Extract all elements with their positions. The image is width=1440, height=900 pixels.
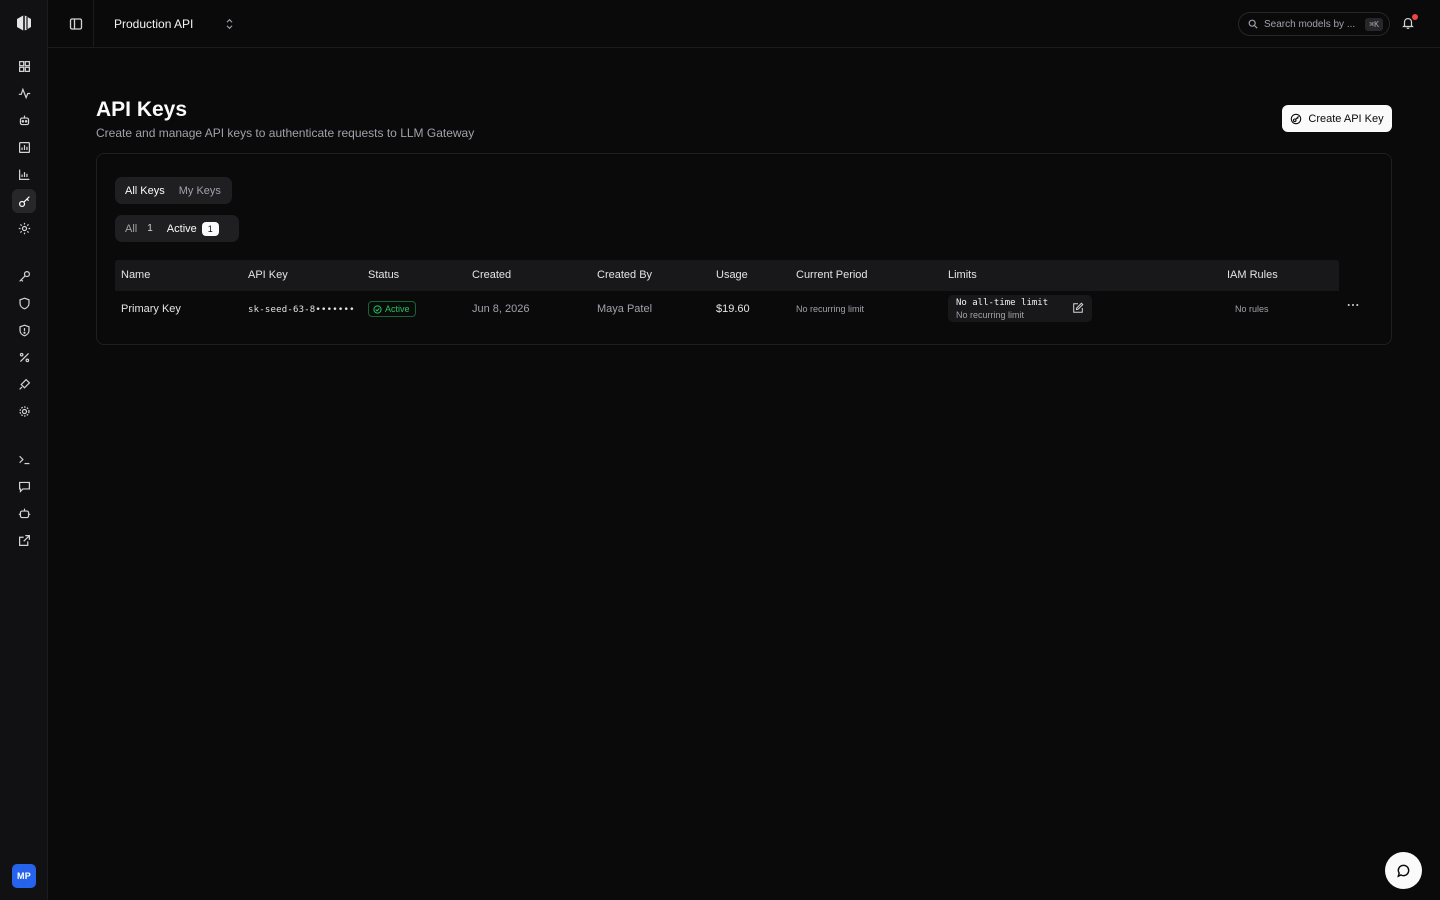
notification-dot	[1412, 14, 1418, 20]
nav-shield-icon[interactable]	[12, 291, 36, 315]
logo-icon[interactable]	[14, 13, 34, 33]
row-name: Primary Key	[121, 303, 181, 315]
chevron-up-down-icon	[225, 18, 234, 30]
nav-activity-icon[interactable]	[12, 81, 36, 105]
nav-percent-icon[interactable]	[12, 345, 36, 369]
nav-external-link-icon[interactable]	[12, 528, 36, 552]
status-badge: Active	[368, 301, 416, 317]
row-current-period: No recurring limit	[796, 304, 865, 314]
chat-support-button[interactable]	[1385, 852, 1422, 889]
filter-active-count: 1	[201, 221, 219, 236]
nav-api-keys-icon[interactable]	[12, 189, 36, 213]
search-input[interactable]: Search models by ... ⌘K	[1238, 12, 1390, 36]
tab-my-keys[interactable]: My Keys	[172, 177, 228, 204]
sidebar: MP	[0, 0, 48, 900]
row-created: Jun 8, 2026	[472, 303, 530, 315]
row-usage: $19.60	[716, 303, 750, 315]
check-circle-icon	[373, 304, 382, 314]
search-shortcut: ⌘K	[1365, 17, 1383, 31]
nav-shield-alert-icon[interactable]	[12, 318, 36, 342]
col-created-by[interactable]: Created By	[597, 269, 652, 281]
message-circle-icon	[1395, 862, 1412, 879]
limits-box: No all-time limit No recurring limit	[948, 295, 1092, 322]
col-usage[interactable]: Usage	[716, 269, 748, 281]
nav-chat-icon[interactable]	[12, 474, 36, 498]
search-placeholder: Search models by ...	[1264, 18, 1356, 30]
nav-reports-icon[interactable]	[12, 135, 36, 159]
col-status[interactable]: Status	[368, 269, 399, 281]
api-keys-card: All Keys My Keys All 1 Active 1 Name API…	[96, 153, 1392, 345]
scope-tabs: All Keys My Keys	[115, 177, 232, 204]
topbar-divider	[93, 0, 94, 48]
col-api-key[interactable]: API Key	[248, 269, 288, 281]
nav-settings-icon[interactable]	[12, 216, 36, 240]
col-iam-rules[interactable]: IAM Rules	[1227, 269, 1278, 281]
nav-dashboard-icon[interactable]	[12, 54, 36, 78]
project-selector[interactable]: Production API	[114, 14, 234, 34]
create-api-key-button[interactable]: Create API Key	[1282, 105, 1392, 132]
page-title: API Keys	[96, 98, 188, 121]
col-created[interactable]: Created	[472, 269, 511, 281]
limit-all-time: No all-time limit	[956, 298, 1049, 308]
filter-tabs: All 1 Active 1	[115, 215, 239, 242]
table-header: Name API Key Status Created Created By U…	[115, 260, 1339, 291]
filter-active-label: Active	[166, 222, 197, 235]
top-bar: Production API Search models by ... ⌘K	[48, 0, 1440, 48]
nav-tools-icon[interactable]	[12, 372, 36, 396]
nav-terminal-icon[interactable]	[12, 447, 36, 471]
nav-key-icon[interactable]	[12, 264, 36, 288]
user-avatar[interactable]: MP	[12, 864, 36, 888]
col-current-period[interactable]: Current Period	[796, 269, 868, 281]
row-api-key[interactable]: sk-seed-63-8•••••••	[248, 305, 355, 315]
nav-agent-icon[interactable]	[12, 501, 36, 525]
filter-tab-active[interactable]: Active 1	[160, 215, 226, 242]
project-name: Production API	[114, 17, 194, 31]
filter-tab-all[interactable]: All 1	[118, 215, 160, 242]
status-label: Active	[385, 304, 410, 314]
tab-all-keys[interactable]: All Keys	[118, 177, 172, 204]
row-iam-rules: No rules	[1235, 304, 1269, 314]
more-options-icon[interactable]	[1347, 303, 1361, 313]
row-created-by: Maya Patel	[597, 303, 653, 315]
nav-gear-icon[interactable]	[12, 399, 36, 423]
search-icon	[1248, 19, 1258, 29]
edit-icon[interactable]	[1072, 302, 1085, 315]
key-plus-icon	[1290, 113, 1302, 125]
col-name[interactable]: Name	[121, 269, 150, 281]
col-limits[interactable]: Limits	[948, 269, 977, 281]
page-subtitle: Create and manage API keys to authentica…	[96, 126, 475, 140]
limit-recurring: No recurring limit	[956, 310, 1025, 320]
create-api-key-label: Create API Key	[1308, 112, 1384, 125]
filter-all-count: 1	[147, 223, 153, 234]
nav-analytics-icon[interactable]	[12, 162, 36, 186]
filter-all-label: All	[125, 222, 138, 235]
sidebar-toggle-icon[interactable]	[68, 16, 84, 32]
nav-bot-icon[interactable]	[12, 108, 36, 132]
